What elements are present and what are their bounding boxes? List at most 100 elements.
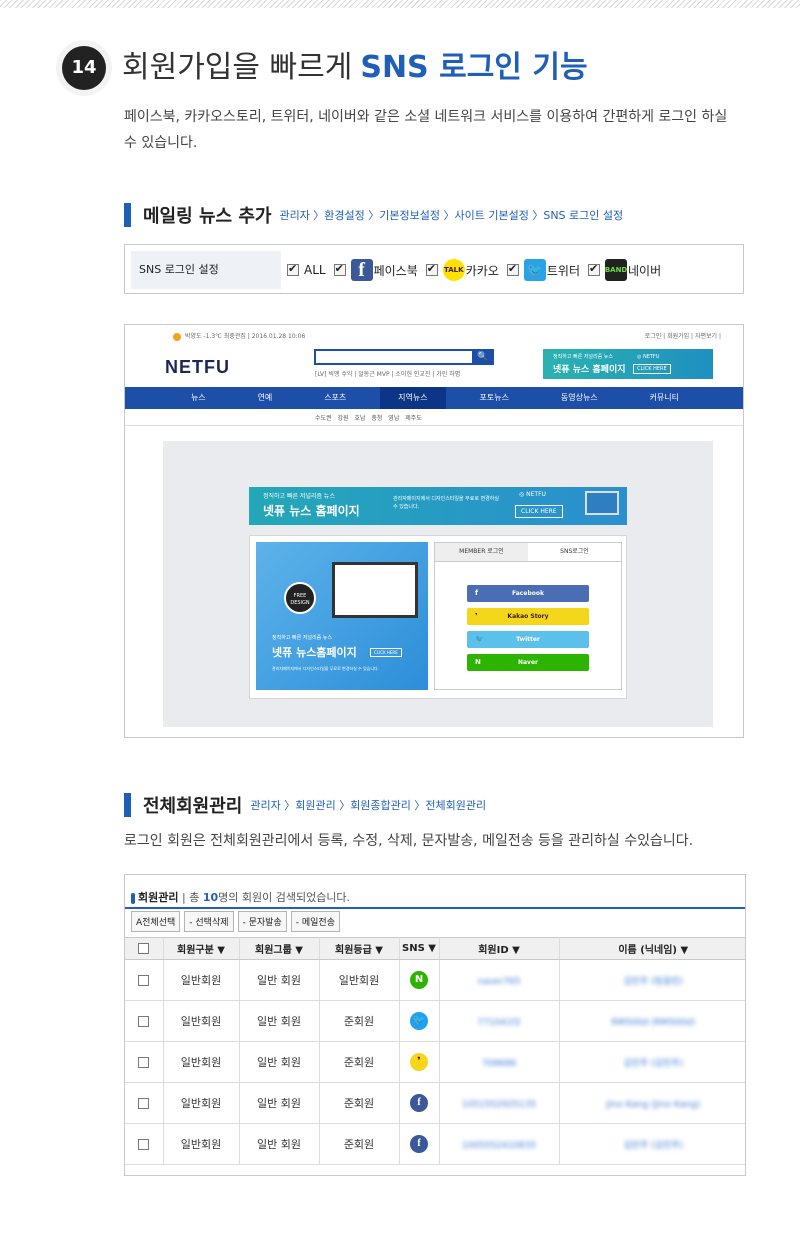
send-mail-button[interactable]: - 메일전송 <box>290 911 340 932</box>
member-id[interactable]: 1005552410835 <box>439 1123 560 1165</box>
nav-item-sports[interactable]: 스포츠 <box>306 387 364 409</box>
twitter-login-button[interactable]: 🐦 Twitter <box>467 631 589 648</box>
member-name-text[interactable]: Jino Kang (Jino Kang) <box>606 1100 700 1110</box>
sns-option-kakao[interactable]: TALK 카카오 <box>425 259 499 281</box>
nav-item-community[interactable]: 커뮤니티 <box>632 387 697 409</box>
mailing-breadcrumb: 관리자 〉환경설정 〉기본정보설정 〉사이트 기본설정 〉SNS 로그인 설정 <box>279 209 624 222</box>
member-id[interactable]: 708686 <box>439 1041 560 1083</box>
row-checkbox[interactable] <box>138 1016 150 1027</box>
select-all-button[interactable]: A전체선택 <box>131 911 181 932</box>
site-search-input[interactable]: 🔍 <box>314 349 494 365</box>
sns-settings-label: SNS 로그인 설정 <box>131 251 281 289</box>
row-checkbox-cell[interactable] <box>125 1041 164 1083</box>
row-checkbox-cell[interactable] <box>125 1000 164 1042</box>
site-logo[interactable]: NETFU <box>165 357 230 378</box>
sns-option-all[interactable]: ALL <box>287 262 326 277</box>
row-checkbox-cell[interactable] <box>125 959 164 1001</box>
kakao-story-icon: ❜ <box>475 612 478 620</box>
column-header-sns[interactable]: SNS ▼ <box>399 937 440 960</box>
member-type: 일반회원 <box>163 1082 240 1124</box>
member-sns: 🐦 <box>399 1000 440 1042</box>
trending-keywords[interactable]: [LV] 빅맹 수익 | 알동근 MVP | 소이헌 인교진 | 가인 하명 <box>315 369 460 378</box>
promo-panel[interactable]: FREE DESIGN 정직하고 빠른 저널리즘 뉴스 넷퓨 뉴스홈페이지 CL… <box>256 542 428 690</box>
member-name[interactable]: 김민주 (김민주) <box>559 1041 745 1083</box>
member-grade: 준회원 <box>319 1082 400 1124</box>
login-page-area: 정직하고 빠른 저널리즘 뉴스 넷퓨 뉴스 홈페이지 관리자페이지에서 디자인스… <box>163 441 713 727</box>
member-id[interactable]: 771041f2 <box>439 1000 560 1042</box>
inner-banner-line2: 넷퓨 뉴스 홈페이지 <box>263 504 360 518</box>
facebook-icon: f <box>475 589 479 597</box>
column-header-group[interactable]: 회원그룹 ▼ <box>239 937 320 960</box>
checkbox-twitter[interactable] <box>506 262 519 276</box>
row-checkbox[interactable] <box>138 1139 150 1150</box>
sns-option-naver[interactable]: BAND 네이버 <box>588 259 661 281</box>
section-description: 페이스북, 카카오스토리, 트위터, 네이버와 같은 소셜 네트워크 서비스를 … <box>124 109 728 151</box>
row-checkbox-cell[interactable] <box>125 1082 164 1124</box>
naver-login-button[interactable]: N Naver <box>467 654 589 671</box>
member-name-text[interactable]: 김민주 (김민주) <box>623 1141 683 1151</box>
row-checkbox[interactable] <box>138 975 150 986</box>
nav-item-photo[interactable]: 포토뉴스 <box>462 387 527 409</box>
checkbox-kakao[interactable] <box>425 262 438 276</box>
nav-item-entertainment[interactable]: 연예 <box>240 387 291 409</box>
send-sms-button[interactable]: - 문자발송 <box>237 911 287 932</box>
member-name[interactable]: Jino Kang (Jino Kang) <box>559 1082 745 1124</box>
site-nav: 뉴스 연예 스포츠 지역뉴스 포토뉴스 동영상뉴스 커뮤니티 <box>125 387 743 409</box>
column-header-type[interactable]: 회원구분 ▼ <box>163 937 240 960</box>
checkbox-naver[interactable] <box>588 262 601 276</box>
facebook-login-button[interactable]: f Facebook <box>467 585 589 602</box>
member-type: 일반회원 <box>163 1041 240 1083</box>
delete-selected-button[interactable]: - 선택삭제 <box>184 911 234 932</box>
member-id-text[interactable]: 708686 <box>482 1059 516 1069</box>
sub-nav[interactable]: 수도권 강원 호남 충청 영남 제주도 <box>315 413 422 422</box>
promo-cta[interactable]: CLICK HERE <box>370 648 402 657</box>
heading-bar <box>124 793 131 817</box>
nav-item-local[interactable]: 지역뉴스 <box>380 387 446 409</box>
member-id-text[interactable]: 1005552410835 <box>462 1141 536 1151</box>
promo-line3: 관리자페이지에서 디자인스타일을 무료로 변경하실 수 있습니다. <box>272 666 379 671</box>
header-checkbox-cell[interactable] <box>125 937 164 960</box>
nav-item-news[interactable]: 뉴스 <box>173 387 224 409</box>
member-id-text[interactable]: 1051552925135 <box>462 1100 536 1110</box>
search-icon[interactable]: 🔍 <box>472 349 494 365</box>
nav-item-video[interactable]: 동영상뉴스 <box>543 387 616 409</box>
inner-banner[interactable]: 정직하고 빠른 저널리즘 뉴스 넷퓨 뉴스 홈페이지 관리자페이지에서 디자인스… <box>249 487 627 525</box>
sns-option-facebook[interactable]: f 페이스북 <box>333 259 418 281</box>
header-banner[interactable]: 정직하고 빠른 저널리즘 뉴스 넷퓨 뉴스 홈페이지 ◎ NETFU CLICK… <box>543 349 713 379</box>
member-name-text[interactable]: RM500d (RM500d) <box>611 1018 695 1028</box>
tab-member-login[interactable]: MEMBER 로그인 <box>435 543 528 561</box>
mailing-title: 메일링 뉴스 추가 <box>143 206 272 227</box>
mailing-heading: 메일링 뉴스 추가 관리자 〉환경설정 〉기본정보설정 〉사이트 기본설정 〉SN… <box>124 202 623 228</box>
checkbox-all[interactable] <box>287 262 299 276</box>
row-checkbox[interactable] <box>138 1057 150 1068</box>
tab-sns-login[interactable]: SNS로그인 <box>528 543 621 561</box>
member-group: 일반 회원 <box>239 1000 320 1042</box>
member-name-text[interactable]: 김민주 (김민주) <box>623 1059 683 1069</box>
member-name[interactable]: 김민주 (링음린) <box>559 959 745 1001</box>
member-name[interactable]: 김민주 (김민주) <box>559 1123 745 1165</box>
weather-text: 박양도 -1.3℃ 최충관집 | 2016.01.28 10:06 <box>185 333 306 340</box>
member-id-text[interactable]: 771041f2 <box>477 1018 520 1028</box>
kakao-story-login-button[interactable]: ❜ Kakao Story <box>467 608 589 625</box>
checkbox-facebook[interactable] <box>333 262 346 276</box>
column-header-name[interactable]: 이름 (닉네임) ▼ <box>559 937 745 960</box>
top-links[interactable]: 로그인 | 회원가입 | 자편보기 | <box>645 331 721 340</box>
banner-cta[interactable]: CLICK HERE <box>633 364 671 374</box>
member-id[interactable]: 1051552925135 <box>439 1082 560 1124</box>
member-count: 10 <box>202 891 219 904</box>
member-id-text[interactable]: naver765 <box>478 977 521 987</box>
facebook-icon: f <box>350 259 373 281</box>
column-header-grade[interactable]: 회원등급 ▼ <box>319 937 400 960</box>
member-id[interactable]: naver765 <box>439 959 560 1001</box>
column-header-id[interactable]: 회원ID ▼ <box>439 937 560 960</box>
row-checkbox-cell[interactable] <box>125 1123 164 1165</box>
inner-banner-cta[interactable]: CLICK HERE <box>515 505 563 518</box>
member-name[interactable]: RM500d (RM500d) <box>559 1000 745 1042</box>
weather-bar: 박양도 -1.3℃ 최충관집 | 2016.01.28 10:06 <box>173 331 305 341</box>
row-checkbox[interactable] <box>138 1098 150 1109</box>
member-name-text[interactable]: 김민주 (링음린) <box>623 977 683 987</box>
sns-option-twitter[interactable]: 🐦 트위터 <box>506 259 580 281</box>
members-title: 전체회원관리 <box>143 796 243 817</box>
select-all-checkbox[interactable] <box>138 942 150 954</box>
naver-icon: N <box>475 658 481 666</box>
